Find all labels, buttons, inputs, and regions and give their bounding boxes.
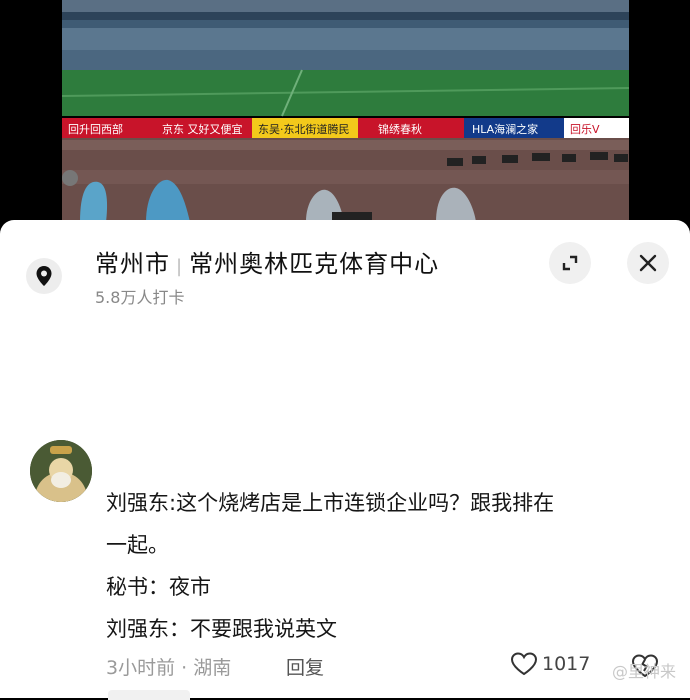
ad-board-text: 京东 又好又便宜 — [162, 122, 243, 136]
stadium-video-frame: 回升回西部 京东 又好又便宜 东吴·东北街道腾民 锦绣春秋 HLA海澜之家 回乐V — [62, 0, 629, 222]
comment-line: 秘书：夜市 — [106, 575, 211, 599]
heart-icon — [510, 652, 538, 676]
location-pin-icon — [26, 258, 62, 294]
minimize-button[interactable] — [549, 242, 591, 284]
partial-tag — [108, 690, 190, 700]
ad-board-text: 锦绣春秋 — [378, 122, 422, 136]
city-name: 常州市 — [95, 250, 170, 278]
comment-line: 刘强东:这个烧烤店是上市连锁企业吗？跟我排在 — [106, 491, 555, 515]
location-bottom-sheet: 常州市 | 常州奥林匹克体育中心 5.8万人打卡 刘强东:这个烧烤店是上市连锁企业吗… — [0, 220, 690, 700]
ad-board-text: 回升回西部 — [68, 122, 123, 136]
ad-board-text: 东吴·东北街道腾民 — [258, 122, 350, 136]
comment-time-location: 3小时前 · 湖南 — [106, 657, 232, 679]
comment-text: 刘强东:这个烧烤店是上市连锁企业吗？跟我排在 一起。 秘书：夜市 刘强东：不要跟… — [106, 482, 666, 650]
title-separator: | — [176, 256, 184, 277]
ad-board-text: 回乐V — [570, 123, 600, 136]
video-area[interactable]: 回升回西部 京东 又好又便宜 东吴·东北街道腾民 锦绣春秋 HLA海澜之家 回乐V — [0, 0, 690, 222]
reply-button[interactable]: 回复 — [286, 653, 324, 680]
close-icon — [639, 254, 657, 272]
close-button[interactable] — [627, 242, 669, 284]
comment-line: 刘强东：不要跟我说英文 — [106, 617, 337, 641]
location-title[interactable]: 常州市 | 常州奥林匹克体育中心 — [95, 244, 439, 279]
ad-board-text: HLA海澜之家 — [472, 122, 538, 136]
minimize-corner-icon — [562, 255, 578, 271]
like-button[interactable]: 1017 — [510, 651, 590, 677]
watermark: @里神来 — [611, 662, 676, 681]
checkin-count: 5.8万人打卡 — [95, 288, 185, 307]
avatar[interactable] — [30, 440, 92, 502]
like-count: 1017 — [542, 653, 591, 675]
venue-name: 常州奥林匹克体育中心 — [189, 250, 440, 278]
comment-line: 一起。 — [106, 533, 169, 557]
